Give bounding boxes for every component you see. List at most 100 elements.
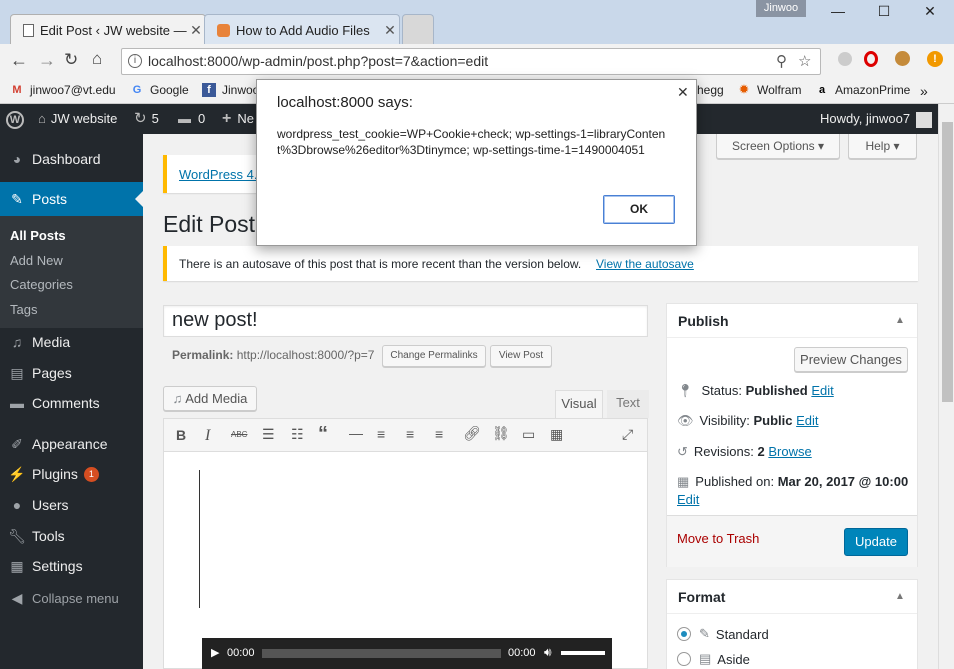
address-bar[interactable]: i localhost:8000/wp-admin/post.php?post=… xyxy=(121,48,821,75)
horizontal-line-icon[interactable]: — xyxy=(349,425,363,441)
tab-visual[interactable]: Visual xyxy=(555,390,603,418)
volume-slider[interactable] xyxy=(561,651,605,655)
maximize-icon[interactable]: ☐ xyxy=(864,2,904,20)
submenu-all-posts[interactable]: All Posts xyxy=(10,228,66,243)
scrollbar-thumb[interactable] xyxy=(942,122,953,402)
collapse-triangle-icon[interactable]: ▲ xyxy=(895,591,905,602)
wordpress-logo-icon[interactable]: W xyxy=(6,104,26,134)
sidebar-item-dashboard[interactable]: ◕ Dashboard xyxy=(0,142,143,176)
submenu-categories[interactable]: Categories xyxy=(10,277,73,292)
tab-audio-article[interactable]: How to Add Audio Files ✕ xyxy=(204,14,400,45)
bookmark-facebook[interactable]: f Jinwoo xyxy=(202,83,259,97)
comments-link[interactable]: ▬ 0 xyxy=(178,104,205,134)
format-option-aside[interactable]: ▤ Aside xyxy=(677,651,750,667)
new-content-link[interactable]: + Ne xyxy=(222,104,254,134)
align-left-icon[interactable]: ≡ xyxy=(377,426,385,442)
post-title-input[interactable]: new post! xyxy=(163,305,648,337)
preview-changes-button[interactable]: Preview Changes xyxy=(794,347,908,372)
updates-count: 5 xyxy=(151,111,159,126)
minimize-icon[interactable]: — xyxy=(818,2,858,20)
help-button[interactable]: Help ▾ xyxy=(848,134,917,159)
zoom-icon[interactable]: ⚲ xyxy=(776,49,787,74)
toolbar-toggle-icon[interactable]: ▦ xyxy=(550,426,563,443)
strikethrough-icon[interactable]: ABC xyxy=(231,430,247,439)
close-window-icon[interactable]: ✕ xyxy=(910,2,950,20)
back-arrow-icon[interactable]: ← xyxy=(10,50,28,71)
read-more-icon[interactable]: ▭ xyxy=(522,426,535,443)
sidebar-item-appearance[interactable]: ✐ Appearance xyxy=(0,427,143,461)
bookmark-wolfram[interactable]: ✹ Wolfram xyxy=(737,83,801,97)
sidebar-item-settings[interactable]: ▦ Settings xyxy=(0,549,143,583)
format-option-standard[interactable]: ✎ Standard xyxy=(677,626,769,642)
bookmark-amazon[interactable]: a AmazonPrime xyxy=(815,83,910,97)
info-icon[interactable]: i xyxy=(128,54,142,68)
collapse-triangle-icon[interactable]: ▲ xyxy=(895,315,905,326)
bullet-list-icon[interactable]: ☰ xyxy=(262,426,275,443)
bold-icon[interactable]: B xyxy=(176,427,186,443)
ok-button[interactable]: OK xyxy=(603,195,675,224)
sidebar-item-posts[interactable]: ✎ Posts xyxy=(0,182,143,216)
sidebar-item-tools[interactable]: 🔧︎ Tools xyxy=(0,519,143,553)
sidebar-item-users[interactable]: ● Users xyxy=(0,488,143,522)
warning-icon[interactable]: ! xyxy=(927,51,943,67)
reload-icon[interactable]: ↻ xyxy=(64,50,78,70)
fullscreen-icon[interactable]: ⤢ xyxy=(622,426,633,443)
close-icon[interactable]: ✕ xyxy=(677,84,689,101)
new-tab-button[interactable] xyxy=(402,14,434,45)
link-icon[interactable]: 🔗︎ xyxy=(463,425,481,442)
sidebar-item-media[interactable]: ♫ Media xyxy=(0,325,143,359)
permalink-url[interactable]: http://localhost:8000/?p=7 xyxy=(237,348,375,362)
volume-icon[interactable]: 🔊︎ xyxy=(544,645,552,660)
update-notice-link[interactable]: WordPress 4. xyxy=(179,167,258,182)
cookie-icon[interactable] xyxy=(895,51,910,66)
sidebar-item-pages[interactable]: ▤ Pages xyxy=(0,356,143,390)
sidebar-item-comments[interactable]: ▬ Comments xyxy=(0,386,143,420)
my-account-link[interactable]: Howdy, jinwoo7 xyxy=(820,104,933,134)
italic-icon[interactable]: I xyxy=(205,427,210,445)
bookmark-google[interactable]: G Google xyxy=(130,83,189,97)
view-autosave-link[interactable]: View the autosave xyxy=(596,257,694,271)
audio-progress-bar[interactable] xyxy=(262,649,501,658)
unlink-icon[interactable]: ⛓︎ xyxy=(492,425,510,442)
close-tab-icon[interactable]: ✕ xyxy=(381,22,399,39)
close-tab-icon[interactable]: ✕ xyxy=(187,22,205,39)
extension-icon[interactable] xyxy=(838,52,852,66)
home-icon[interactable]: ⌂ xyxy=(92,49,102,69)
change-permalinks-button[interactable]: Change Permalinks xyxy=(382,345,486,367)
screen-options-button[interactable]: Screen Options ▾ xyxy=(716,134,840,159)
align-center-icon[interactable]: ≡ xyxy=(406,426,414,442)
visibility-edit-link[interactable]: Edit xyxy=(796,413,818,428)
radio-aside[interactable] xyxy=(677,652,691,666)
add-media-button[interactable]: ♫ Add Media xyxy=(163,386,257,411)
move-to-trash-link[interactable]: Move to Trash xyxy=(677,531,759,546)
page-scrollbar[interactable] xyxy=(938,104,954,669)
format-box-header[interactable]: Format ▲ xyxy=(667,580,917,614)
site-name-link[interactable]: ⌂ JW website xyxy=(38,104,117,134)
radio-standard[interactable] xyxy=(677,627,691,641)
bookmarks-more-button[interactable]: » xyxy=(920,83,928,99)
submenu-add-new[interactable]: Add New xyxy=(10,253,63,268)
play-icon[interactable]: ▶ xyxy=(211,646,219,659)
browse-revisions-link[interactable]: Browse xyxy=(768,444,811,459)
updates-link[interactable]: ↻ 5 xyxy=(134,104,159,134)
editor-content-area[interactable]: ▶ 00:00 00:00 🔊︎ xyxy=(163,452,648,669)
published-on-edit-link[interactable]: Edit xyxy=(677,492,699,507)
view-post-button[interactable]: View Post xyxy=(490,345,552,367)
publish-box-header[interactable]: Publish ▲ xyxy=(667,304,917,338)
update-button[interactable]: Update xyxy=(844,528,908,556)
profile-button[interactable]: Jinwoo xyxy=(756,0,806,17)
numbered-list-icon[interactable]: ☷ xyxy=(291,426,304,443)
blockquote-icon[interactable]: “ xyxy=(318,423,328,446)
star-icon[interactable]: ☆ xyxy=(798,49,811,74)
bookmark-gmail[interactable]: Mjinwoo7@vt.edu xyxy=(10,83,115,97)
align-right-icon[interactable]: ≡ xyxy=(435,426,443,442)
bookmark-hegg[interactable]: hegg xyxy=(697,83,724,97)
submenu-tags[interactable]: Tags xyxy=(10,302,37,317)
collapse-menu-button[interactable]: ◀ Collapse menu xyxy=(0,581,143,615)
status-edit-link[interactable]: Edit xyxy=(811,383,833,398)
opera-icon[interactable] xyxy=(864,51,878,67)
forward-arrow-icon[interactable]: → xyxy=(38,50,56,71)
sidebar-item-plugins[interactable]: ⚡ Plugins 1 xyxy=(0,457,143,491)
tab-text[interactable]: Text xyxy=(607,390,649,418)
tab-edit-post[interactable]: Edit Post ‹ JW website — ✕ xyxy=(10,14,206,45)
